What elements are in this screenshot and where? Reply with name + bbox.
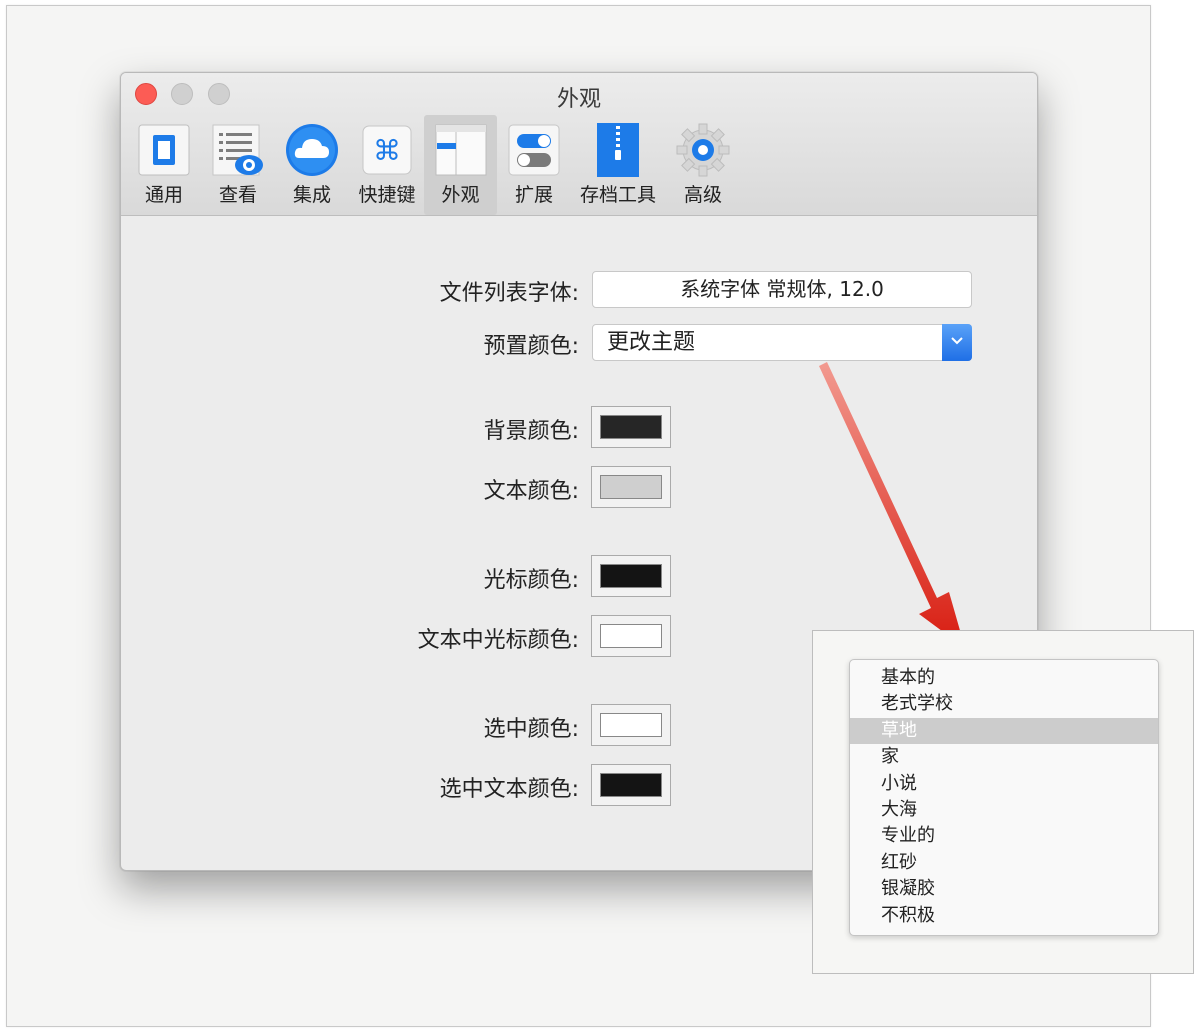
toolbar-integration[interactable]: 集成 — [277, 115, 347, 215]
menu-item[interactable]: 红砂 — [850, 850, 1158, 876]
menu-item[interactable]: 家 — [850, 744, 1158, 770]
color-swatch — [600, 475, 662, 499]
color-swatch — [600, 624, 662, 648]
color-well[interactable] — [591, 764, 671, 806]
toolbar-advanced[interactable]: 高级 — [667, 115, 739, 215]
menu-item[interactable]: 不积极 — [850, 903, 1158, 929]
color-well[interactable] — [591, 555, 671, 597]
toolbar-view[interactable]: 查看 — [203, 115, 273, 215]
command-icon: ⌘ — [362, 125, 412, 175]
list-eye-icon — [212, 124, 263, 176]
window-layout-icon — [435, 124, 486, 176]
color-label: 选中颜色: — [483, 717, 579, 742]
color-well[interactable] — [591, 406, 671, 448]
gear-icon — [676, 123, 730, 177]
theme-popup-value: 更改主题 — [607, 330, 696, 355]
font-field[interactable]: 系统字体 常规体, 12.0 — [592, 271, 972, 308]
theme-popup[interactable]: 更改主题 — [592, 324, 972, 361]
toolbar-label: 通用 — [144, 184, 183, 206]
color-label: 背景颜色: — [483, 419, 579, 444]
color-swatch — [600, 773, 662, 797]
menu-item[interactable]: 基本的 — [850, 665, 1158, 691]
toolbar-label: 存档工具 — [579, 184, 656, 206]
toolbar-label: 外观 — [441, 184, 480, 206]
color-label: 文本中光标颜色: — [417, 628, 579, 653]
color-label: 选中文本颜色: — [439, 777, 579, 802]
toolbar-shortcuts[interactable]: ⌘ 快捷键 — [351, 115, 423, 215]
zip-icon — [597, 123, 639, 177]
toolbar-extensions[interactable]: 扩展 — [499, 115, 569, 215]
toolbar-archive-tools[interactable]: 存档工具 — [573, 115, 663, 215]
menu-item[interactable]: 大海 — [850, 797, 1158, 823]
menu-item[interactable]: 草地 — [850, 717, 1158, 745]
menu-item[interactable]: 小说 — [850, 771, 1158, 797]
menu-item[interactable]: 老式学校 — [850, 691, 1158, 717]
color-well[interactable] — [591, 615, 671, 657]
menu-item[interactable]: 银凝胶 — [850, 876, 1158, 902]
titlebar: 外观 通用 查看 集成 ⌘ 快捷键 外观 扩展 存档工具 高级 — [121, 73, 1037, 216]
color-swatch — [600, 713, 662, 737]
cloud-icon — [286, 124, 338, 176]
window-title: 外观 — [556, 87, 601, 112]
toolbar-label: 高级 — [683, 184, 722, 206]
color-swatch — [600, 415, 662, 439]
preset-label: 预置颜色: — [483, 334, 579, 359]
toolbar-label: 扩展 — [514, 184, 553, 206]
font-label: 文件列表字体: — [439, 281, 579, 306]
color-well[interactable] — [591, 466, 671, 508]
theme-menu: 基本的 老式学校 草地 家 小说 大海 专业的 红砂 银凝胶 不积极 — [849, 659, 1159, 936]
color-label: 文本颜色: — [483, 479, 579, 504]
toolbar-label: 快捷键 — [358, 184, 416, 206]
switch-icon — [138, 124, 190, 176]
svg-text:⌘: ⌘ — [373, 134, 401, 167]
popup-arrow — [942, 324, 972, 361]
color-label: 光标颜色: — [483, 568, 579, 593]
toolbar-general[interactable]: 通用 — [129, 115, 199, 215]
color-swatch — [600, 564, 662, 588]
toolbar-appearance[interactable]: 外观 — [424, 115, 497, 215]
toggles-icon — [508, 124, 560, 176]
color-well[interactable] — [591, 704, 671, 746]
toolbar-label: 查看 — [218, 184, 257, 206]
annotation-arrow — [819, 362, 965, 648]
chevron-down-icon — [951, 337, 963, 345]
toolbar-label: 集成 — [292, 184, 331, 206]
menu-item[interactable]: 专业的 — [850, 823, 1158, 849]
theme-menu-callout: 基本的 老式学校 草地 家 小说 大海 专业的 红砂 银凝胶 不积极 — [812, 630, 1194, 974]
